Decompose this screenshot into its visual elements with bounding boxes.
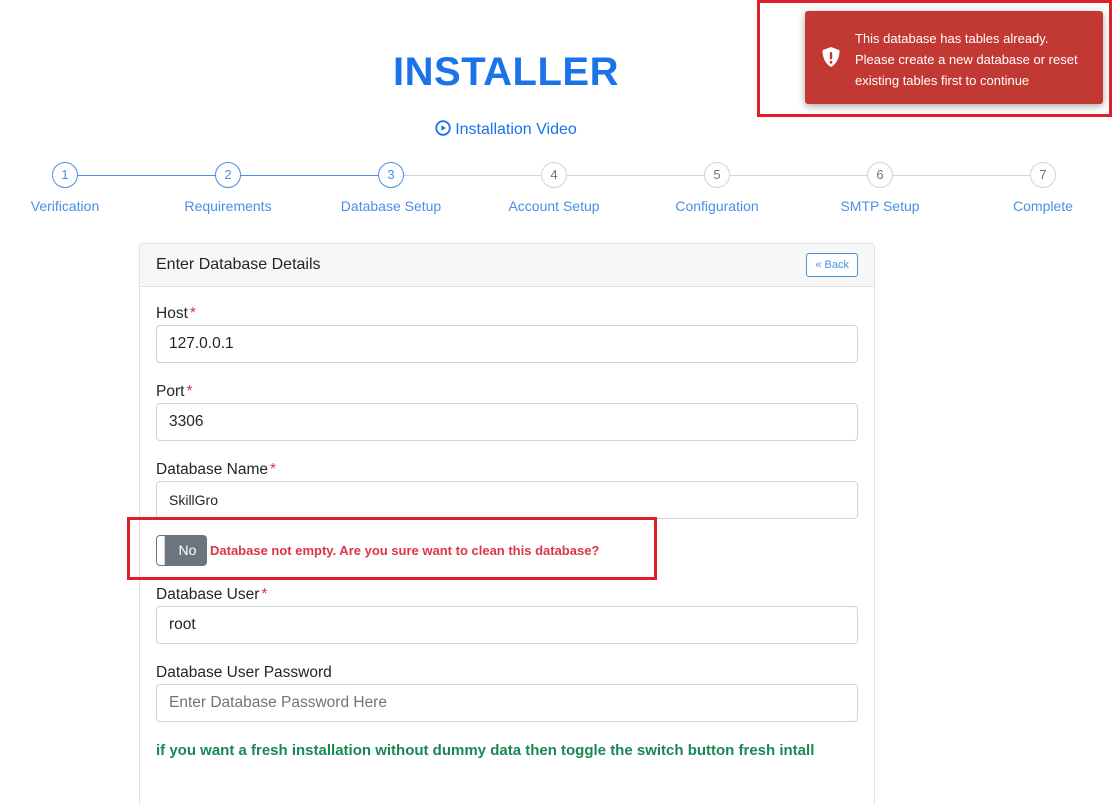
required-mark: * xyxy=(189,305,196,322)
required-mark: * xyxy=(270,461,277,478)
step-smtp-setup: 6 SMTP Setup xyxy=(810,162,950,214)
database-user-label: Database User * xyxy=(156,586,267,604)
host-label: Host * xyxy=(156,305,196,323)
step-label: Account Setup xyxy=(508,198,600,214)
step-label: Requirements xyxy=(184,198,272,214)
step-complete: 7 Complete xyxy=(973,162,1112,214)
step-label: SMTP Setup xyxy=(840,198,920,214)
back-button[interactable]: « Back xyxy=(806,253,858,277)
database-name-label-text: Database Name xyxy=(156,461,269,478)
database-name-label: Database Name * xyxy=(156,461,276,479)
card-title: Enter Database Details xyxy=(156,256,321,273)
host-label-text: Host xyxy=(156,305,188,322)
step-requirements: 2 Requirements xyxy=(158,162,298,214)
required-mark: * xyxy=(261,586,268,603)
step-number: 2 xyxy=(215,162,241,188)
port-input[interactable]: 3306 xyxy=(156,403,858,441)
toast-highlight-box xyxy=(757,0,1112,117)
database-name-input[interactable]: SkillGro xyxy=(156,481,858,519)
step-label: Configuration xyxy=(675,198,759,214)
play-circle-icon xyxy=(435,120,451,136)
step-number: 7 xyxy=(1030,162,1056,188)
port-label-text: Port xyxy=(156,383,185,400)
step-label: Complete xyxy=(1013,198,1073,214)
step-label: Verification xyxy=(30,198,100,214)
step-verification: 1 Verification xyxy=(0,162,135,214)
step-number: 5 xyxy=(704,162,730,188)
step-number: 4 xyxy=(541,162,567,188)
host-input[interactable]: 127.0.0.1 xyxy=(156,325,858,363)
database-user-label-text: Database User xyxy=(156,586,260,603)
step-number: 3 xyxy=(378,162,404,188)
step-configuration: 5 Configuration xyxy=(647,162,787,214)
step-label: Database Setup xyxy=(340,198,442,214)
progress-steps: 1 Verification 2 Requirements 3 Database… xyxy=(0,160,1112,220)
required-mark: * xyxy=(186,383,193,400)
installation-video-link[interactable]: Installation Video xyxy=(0,120,1012,139)
port-label: Port * xyxy=(156,383,192,401)
fresh-install-note: if you want a fresh installation without… xyxy=(156,742,815,759)
step-database-setup: 3 Database Setup xyxy=(321,162,461,214)
step-account-setup: 4 Account Setup xyxy=(484,162,624,214)
database-password-input[interactable]: Enter Database Password Here xyxy=(156,684,858,722)
installation-video-label: Installation Video xyxy=(455,121,577,138)
database-user-input[interactable]: root xyxy=(156,606,858,644)
card-header: Enter Database Details « Back xyxy=(140,244,874,287)
step-number: 6 xyxy=(867,162,893,188)
database-password-label: Database User Password xyxy=(156,664,332,681)
toggle-highlight-box xyxy=(127,517,657,580)
step-number: 1 xyxy=(52,162,78,188)
